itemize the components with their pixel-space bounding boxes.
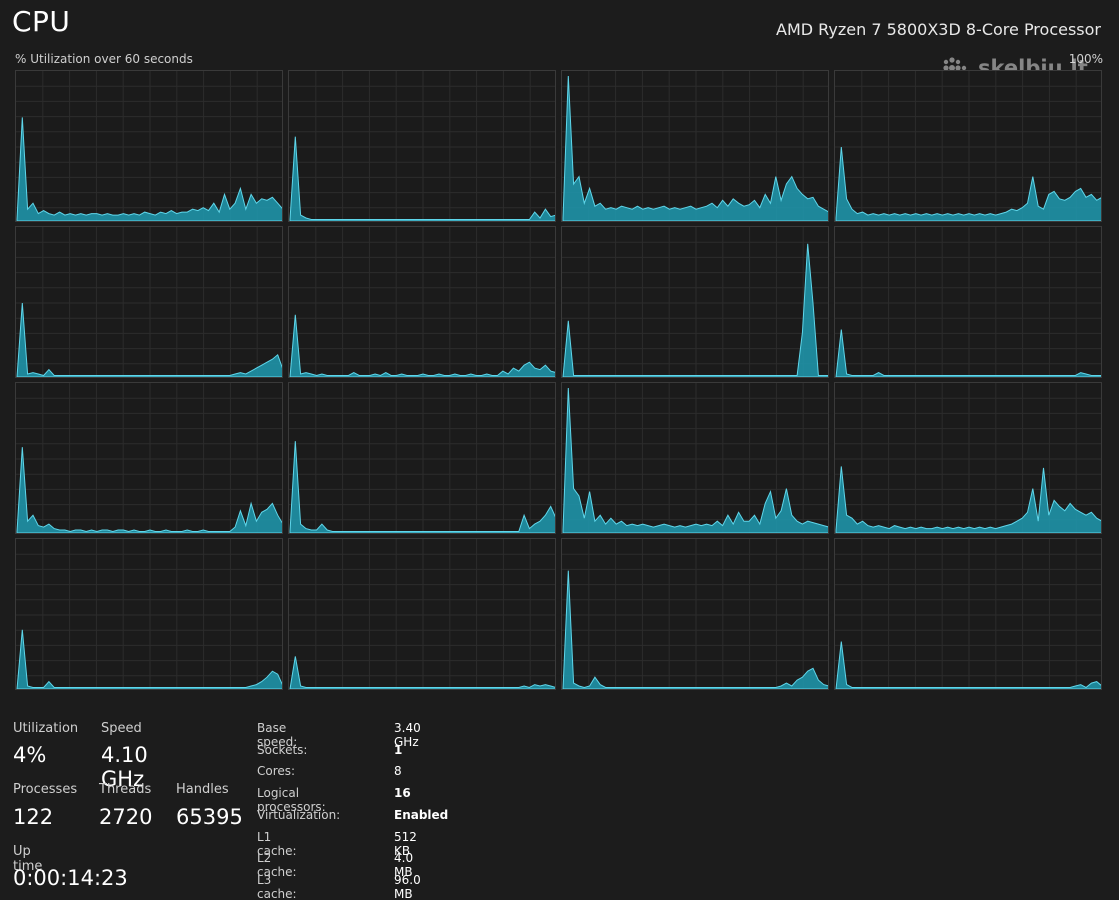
core-graph-2 bbox=[561, 70, 829, 222]
spec-value: 1 bbox=[394, 742, 403, 757]
core-graph-9 bbox=[288, 382, 556, 534]
speed-label: Speed bbox=[101, 721, 142, 736]
spec-key: Cores: bbox=[257, 764, 296, 779]
core-graph-svg bbox=[289, 71, 555, 221]
core-graph-15 bbox=[834, 538, 1102, 690]
core-graph-11 bbox=[834, 382, 1102, 534]
core-graph-6 bbox=[561, 226, 829, 378]
graph-subtitle: % Utilization over 60 seconds bbox=[15, 52, 193, 66]
core-graph-svg bbox=[289, 539, 555, 689]
core-graph-1 bbox=[288, 70, 556, 222]
core-graph-svg bbox=[835, 71, 1101, 221]
core-graph-svg bbox=[16, 539, 282, 689]
uptime-value: 0:00:14:23 bbox=[13, 866, 128, 890]
spec-value: 16 bbox=[394, 786, 411, 801]
spec-value: 8 bbox=[394, 764, 402, 779]
handles-value: 65395 bbox=[176, 805, 243, 829]
core-graph-svg bbox=[289, 383, 555, 533]
page-title: CPU bbox=[12, 5, 71, 38]
processes-label: Processes bbox=[13, 782, 78, 797]
threads-label: Threads bbox=[99, 782, 152, 797]
core-graph-svg bbox=[16, 383, 282, 533]
processes-value: 122 bbox=[13, 805, 54, 829]
spec-value: 96.0 MB bbox=[394, 872, 421, 900]
core-graph-3 bbox=[834, 70, 1102, 222]
utilization-value: 4% bbox=[13, 743, 47, 767]
core-graph-svg bbox=[16, 227, 282, 377]
core-graph-svg bbox=[562, 383, 828, 533]
spec-key: Virtualization: bbox=[257, 807, 341, 822]
core-graph-svg bbox=[562, 539, 828, 689]
core-graph-svg bbox=[562, 71, 828, 221]
cpu-performance-panel: CPU AMD Ryzen 7 5800X3D 8-Core Processor… bbox=[0, 0, 1119, 900]
core-graph-svg bbox=[16, 71, 282, 221]
core-graph-svg bbox=[289, 227, 555, 377]
utilization-label: Utilization bbox=[13, 721, 79, 736]
processor-name: AMD Ryzen 7 5800X3D 8-Core Processor bbox=[776, 20, 1101, 39]
core-graph-0 bbox=[15, 70, 283, 222]
spec-key: Sockets: bbox=[257, 742, 308, 757]
core-graph-5 bbox=[288, 226, 556, 378]
core-graph-svg bbox=[562, 227, 828, 377]
core-graph-14 bbox=[561, 538, 829, 690]
core-graph-svg bbox=[835, 227, 1101, 377]
spec-key: L3 cache: bbox=[257, 872, 297, 900]
spec-value: Enabled bbox=[394, 807, 449, 822]
core-graph-10 bbox=[561, 382, 829, 534]
core-graph-4 bbox=[15, 226, 283, 378]
core-graph-7 bbox=[834, 226, 1102, 378]
core-graph-svg bbox=[835, 383, 1101, 533]
core-graph-svg bbox=[835, 539, 1101, 689]
core-graph-8 bbox=[15, 382, 283, 534]
core-graph-13 bbox=[288, 538, 556, 690]
handles-label: Handles bbox=[176, 782, 229, 797]
threads-value: 2720 bbox=[99, 805, 153, 829]
core-graph-12 bbox=[15, 538, 283, 690]
